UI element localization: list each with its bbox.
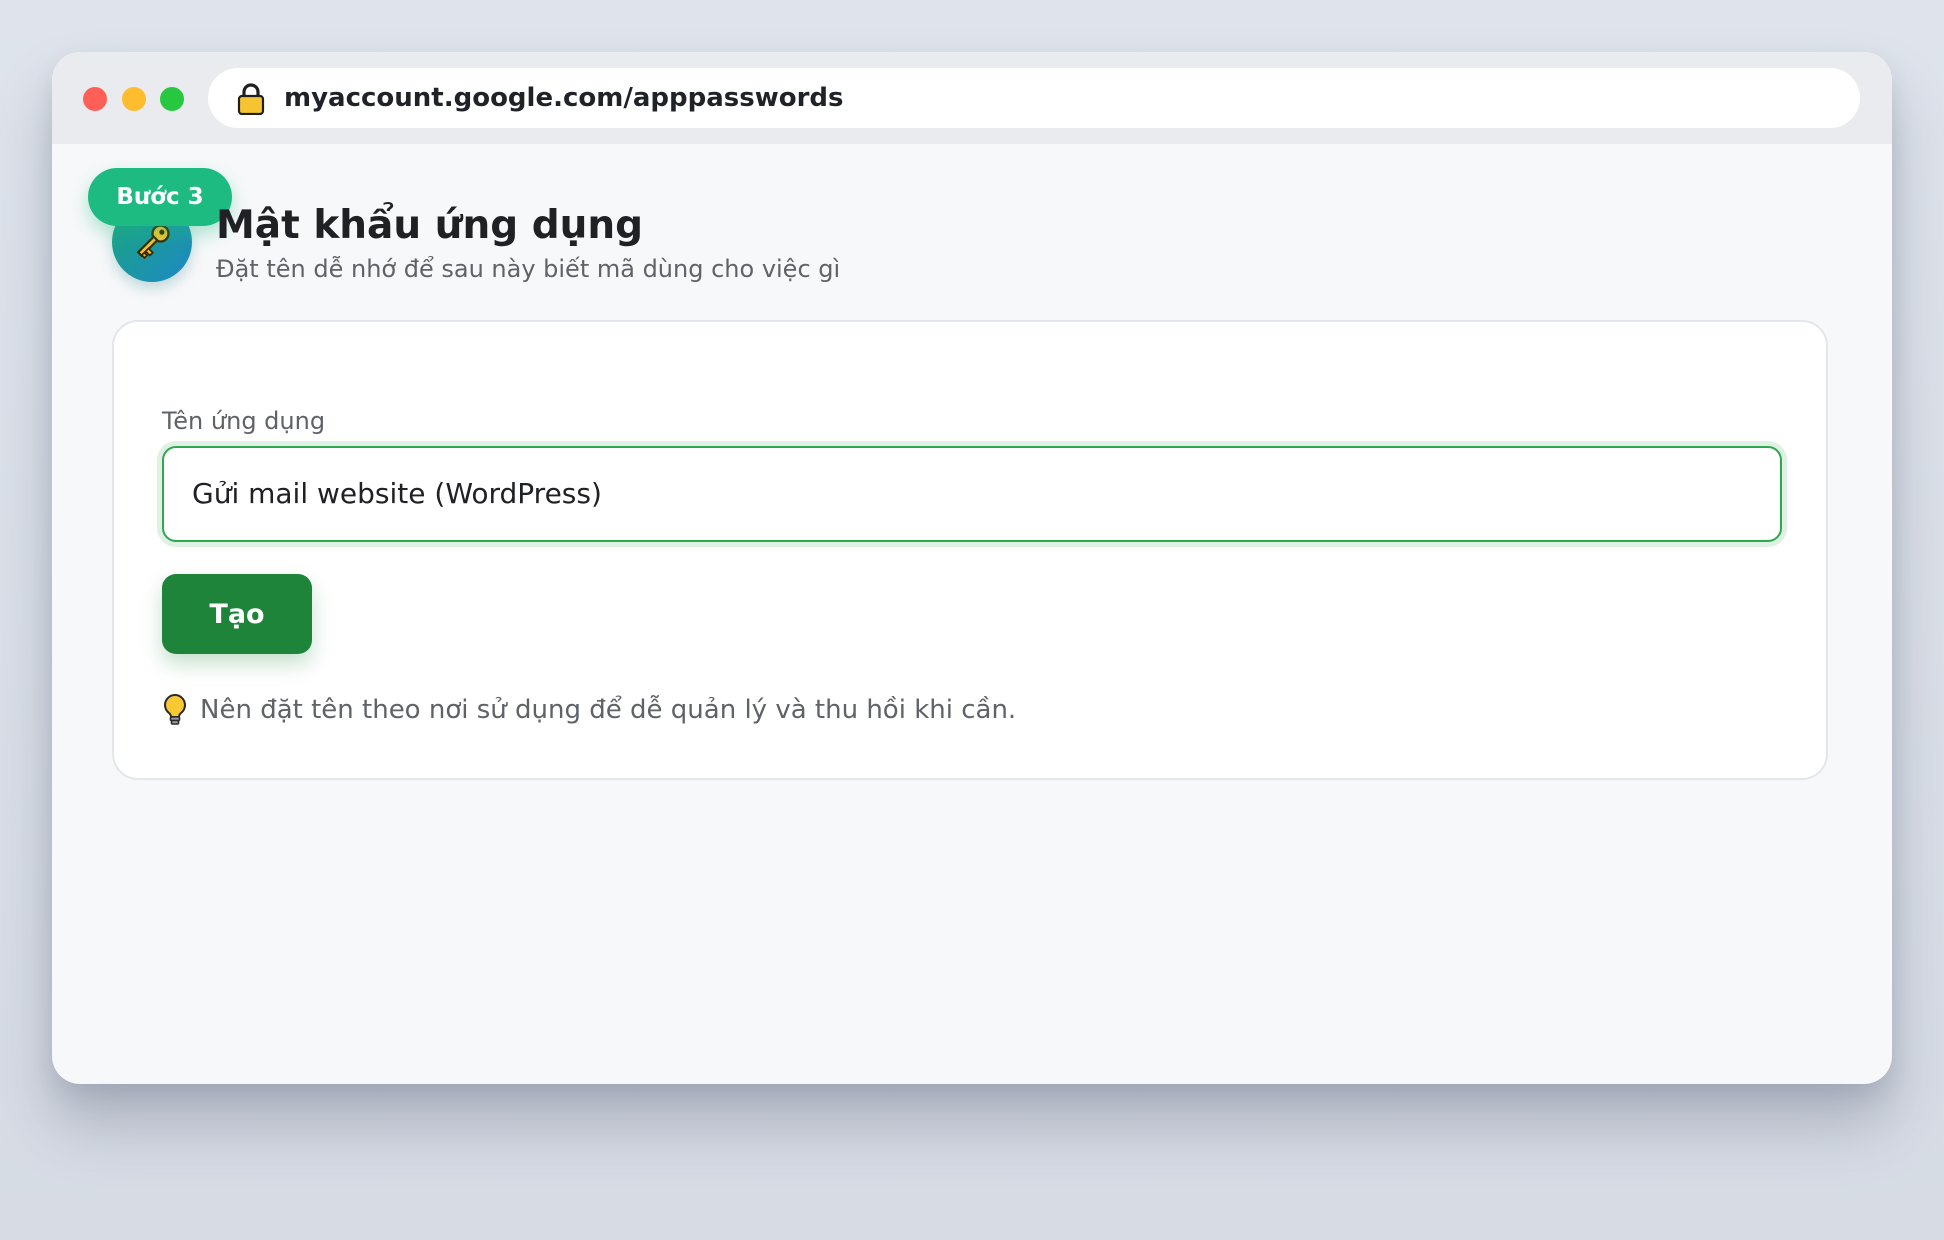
page-title: Mật khẩu ứng dụng [216, 203, 644, 248]
maximize-window-button[interactable] [160, 87, 184, 111]
form-card: Tên ứng dụng Gửi mail website (WordPress… [112, 320, 1828, 780]
url-text: myaccount.google.com/apppasswords [284, 83, 844, 113]
app-name-label: Tên ứng dụng [162, 407, 326, 435]
minimize-window-button[interactable] [122, 87, 146, 111]
address-bar[interactable]: myaccount.google.com/apppasswords [208, 68, 1860, 128]
lock-icon [237, 83, 265, 115]
browser-toolbar: myaccount.google.com/apppasswords [52, 52, 1892, 144]
lightbulb-icon [164, 693, 186, 725]
browser-window: myaccount.google.com/apppasswords Bước 3… [52, 52, 1892, 1084]
app-name-input[interactable]: Gửi mail website (WordPress) [162, 446, 1782, 542]
page-subtitle: Đặt tên dễ nhớ để sau này biết mã dùng c… [216, 255, 841, 283]
hint-text-row: Nên đặt tên theo nơi sử dụng để dễ quản … [162, 690, 1016, 730]
create-button[interactable]: Tạo [162, 574, 312, 654]
step-badge: Bước 3 [88, 168, 232, 226]
close-window-button[interactable] [83, 87, 107, 111]
hint-text: Nên đặt tên theo nơi sử dụng để dễ quản … [200, 695, 1017, 725]
